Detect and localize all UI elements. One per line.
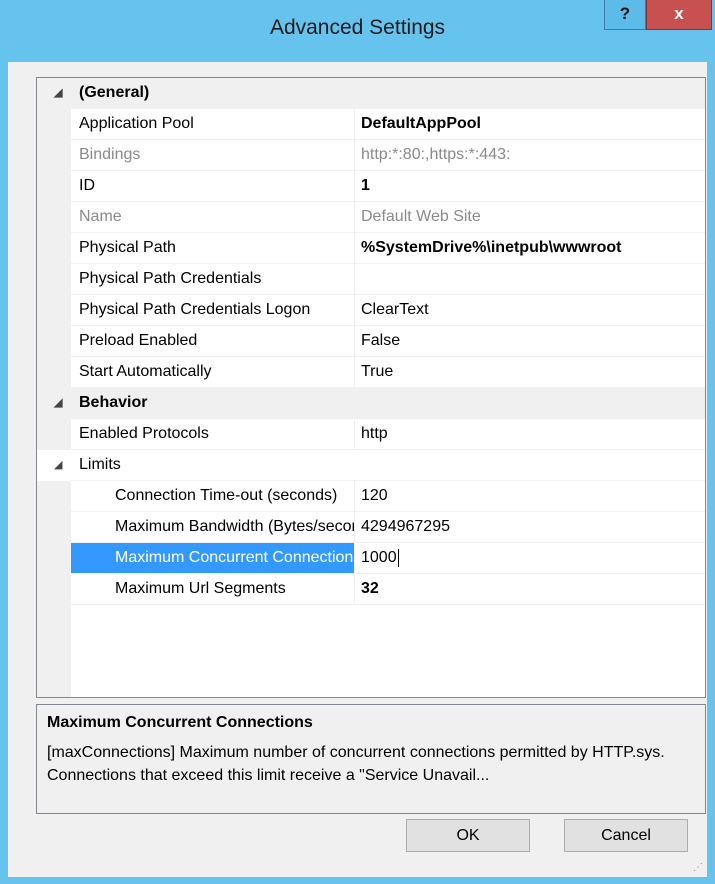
property-name: Physical Path [79, 239, 176, 256]
category-limits[interactable]: ◢ Limits [37, 450, 705, 481]
property-row[interactable]: Bindings http:*:80:,https:*:443: [37, 140, 705, 171]
category-label: Limits [79, 456, 121, 473]
property-row[interactable]: Preload Enabled False [37, 326, 705, 357]
property-name: Start Automatically [79, 363, 212, 380]
property-name: Application Pool [79, 115, 194, 132]
category-behavior[interactable]: ◢ Behavior [37, 388, 705, 419]
category-label: Behavior [79, 394, 148, 411]
property-value[interactable]: http [355, 419, 705, 450]
property-name: ID [79, 177, 95, 194]
property-row[interactable]: Maximum Bandwidth (Bytes/second) 4294967… [37, 512, 705, 543]
collapse-triangle-icon[interactable]: ◢ [54, 450, 62, 480]
ok-button[interactable]: OK [406, 819, 530, 852]
resize-grip-icon[interactable]: ⋰ [693, 862, 703, 873]
property-value[interactable]: 32 [355, 574, 705, 605]
property-name: Connection Time-out (seconds) [115, 487, 338, 504]
property-row-selected[interactable]: Maximum Concurrent Connections 1000 [37, 543, 705, 574]
cancel-button[interactable]: Cancel [564, 819, 688, 852]
property-name: Name [79, 208, 122, 225]
property-name: Enabled Protocols [79, 425, 209, 442]
property-name: Bindings [79, 146, 141, 163]
property-value-text: 1000 [361, 549, 397, 566]
description-title: Maximum Concurrent Connections [47, 714, 313, 731]
property-name: Preload Enabled [79, 332, 198, 349]
property-row[interactable]: Enabled Protocols http [37, 419, 705, 450]
property-name: Maximum Bandwidth (Bytes/second) [115, 518, 354, 535]
property-row[interactable]: Physical Path Credentials Logon ClearTex… [37, 295, 705, 326]
property-value[interactable]: DefaultAppPool [355, 109, 705, 140]
property-value[interactable]: ClearText [355, 295, 705, 326]
description-text: [maxConnections] Maximum number of concu… [47, 744, 665, 784]
property-value[interactable]: http:*:80:,https:*:443: [355, 140, 705, 171]
close-button[interactable]: x [646, 0, 712, 30]
property-value-editor[interactable]: 1000 [355, 543, 705, 574]
property-name: Physical Path Credentials [79, 270, 262, 287]
property-row[interactable]: Start Automatically True [37, 357, 705, 388]
property-row[interactable]: Maximum Url Segments 32 [37, 574, 705, 605]
property-grid[interactable]: ◢ (General) Application Pool DefaultAppP… [36, 77, 706, 698]
property-row[interactable]: Name Default Web Site [37, 202, 705, 233]
dialog-body: ◢ (General) Application Pool DefaultAppP… [8, 62, 707, 877]
property-value[interactable]: 1 [355, 171, 705, 202]
help-button[interactable]: ? [604, 0, 646, 30]
text-caret [397, 548, 399, 567]
property-name: Physical Path Credentials Logon [79, 301, 311, 318]
advanced-settings-dialog: Advanced Settings ? x ◢ (General) Applic… [0, 0, 715, 884]
collapse-triangle-icon[interactable]: ◢ [54, 388, 62, 418]
property-value[interactable]: False [355, 326, 705, 357]
title-bar[interactable]: Advanced Settings ? x [0, 0, 715, 62]
description-panel: Maximum Concurrent Connections [maxConne… [36, 704, 706, 814]
property-name: Maximum Concurrent Connections [71, 543, 354, 574]
property-name: Maximum Url Segments [115, 580, 286, 597]
category-general[interactable]: ◢ (General) [37, 78, 705, 109]
collapse-triangle-icon[interactable]: ◢ [54, 78, 62, 108]
property-row[interactable]: Physical Path Credentials [37, 264, 705, 295]
property-value[interactable] [355, 264, 705, 295]
property-row[interactable]: Physical Path %SystemDrive%\inetpub\wwwr… [37, 233, 705, 264]
property-value[interactable]: 4294967295 [355, 512, 705, 543]
property-value[interactable]: True [355, 357, 705, 388]
property-value[interactable]: Default Web Site [355, 202, 705, 233]
property-value[interactable]: %SystemDrive%\inetpub\wwwroot [355, 233, 705, 264]
property-value[interactable]: 120 [355, 481, 705, 512]
category-label: (General) [79, 84, 150, 101]
property-row[interactable]: Connection Time-out (seconds) 120 [37, 481, 705, 512]
property-row[interactable]: ID 1 [37, 171, 705, 202]
property-row[interactable]: Application Pool DefaultAppPool [37, 109, 705, 140]
